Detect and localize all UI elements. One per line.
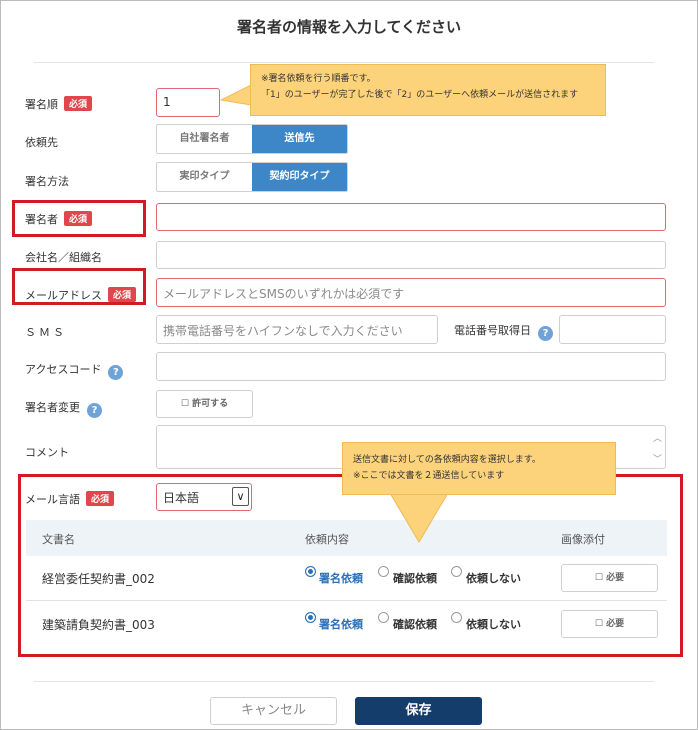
order-input[interactable]: 1 bbox=[156, 88, 220, 117]
divider bbox=[34, 681, 654, 682]
email-input[interactable]: メールアドレスとSMSのいずれかは必須です bbox=[156, 278, 666, 307]
callout-text: ※署名依頼を行う順番です。 bbox=[261, 74, 376, 84]
recipient-toggle: 自社署名者 送信先 bbox=[156, 124, 348, 154]
method-option-keiyakuin[interactable]: 契約印タイプ bbox=[252, 163, 347, 191]
callout-text: ※ここでは文書を２通送信しています bbox=[353, 471, 505, 481]
recipient-option-external[interactable]: 送信先 bbox=[252, 125, 347, 153]
highlight-box bbox=[12, 268, 146, 305]
order-label: 署名順 必須 bbox=[25, 96, 93, 112]
dialog-title: 署名者の情報を入力してください bbox=[236, 18, 462, 36]
help-icon[interactable]: ? bbox=[538, 326, 553, 341]
comment-label: コメント bbox=[25, 446, 69, 459]
divider bbox=[34, 62, 654, 63]
scroll-up-icon[interactable]: ︿ bbox=[653, 431, 662, 444]
save-button[interactable]: 保存 bbox=[355, 697, 482, 725]
callout-text: 「1」のユーザーが完了した後で「2」のユーザーへ依頼メールが送信されます bbox=[261, 90, 579, 100]
signer-change-label: 署名者変更? bbox=[25, 399, 102, 418]
callout-pointer bbox=[389, 492, 449, 543]
cancel-button[interactable]: キャンセル bbox=[210, 697, 337, 725]
company-input[interactable] bbox=[156, 241, 666, 269]
sms-placeholder: 携帯電話番号をハイフンなしで入力ください bbox=[163, 324, 403, 338]
help-icon[interactable]: ? bbox=[87, 403, 102, 418]
highlight-box bbox=[18, 474, 683, 657]
callout-order-note: ※署名依頼を行う順番です。 「1」のユーザーが完了した後で「2」のユーザーへ依頼… bbox=[250, 64, 606, 116]
highlight-box bbox=[12, 200, 146, 237]
help-icon[interactable]: ? bbox=[108, 365, 124, 380]
method-option-jitsuin[interactable]: 実印タイプ bbox=[157, 163, 252, 191]
method-label: 署名方法 bbox=[25, 175, 69, 188]
recipient-label: 依頼先 bbox=[25, 136, 58, 149]
allow-change-checkbox[interactable]: ☐ 許可する bbox=[156, 390, 253, 418]
callout-text: 送信文書に対しての各依頼内容を選択します。 bbox=[353, 455, 541, 465]
callout-docs-note: 送信文書に対しての各依頼内容を選択します。 ※ここでは文書を２通送信しています bbox=[342, 442, 616, 495]
access-code-input[interactable] bbox=[156, 352, 666, 381]
scroll-down-icon[interactable]: ﹀ bbox=[653, 452, 662, 465]
access-code-label: アクセスコード? bbox=[25, 361, 124, 380]
sms-label: ＳＭＳ bbox=[25, 326, 67, 339]
recipient-option-internal[interactable]: 自社署名者 bbox=[157, 125, 252, 153]
method-toggle: 実印タイプ 契約印タイプ bbox=[156, 162, 348, 192]
signer-input[interactable] bbox=[156, 203, 666, 231]
phone-date-label: 電話番号取得日? bbox=[454, 322, 553, 341]
required-badge: 必須 bbox=[64, 96, 93, 111]
email-placeholder: メールアドレスとSMSのいずれかは必須です bbox=[163, 287, 405, 301]
sms-input[interactable]: 携帯電話番号をハイフンなしで入力ください bbox=[156, 315, 438, 344]
company-label: 会社名／組織名 bbox=[25, 251, 102, 264]
phone-date-input[interactable] bbox=[559, 315, 666, 344]
